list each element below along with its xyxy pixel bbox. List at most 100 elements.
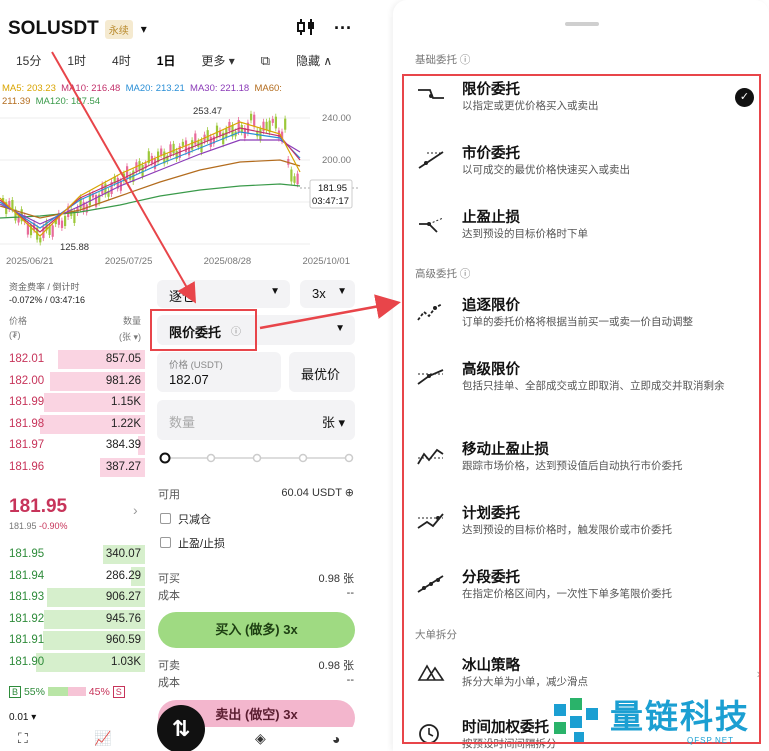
ask-row[interactable]: 181.98 1.22K [0,414,145,436]
last-price-tag: 181.95 [318,183,347,194]
row-qty: 857.05 [105,353,141,365]
price-input-label: 价格 (USDT) [169,360,223,371]
candle [265,121,268,130]
bid-row[interactable]: 181.94 286.29 [0,566,145,588]
row-qty: 340.07 [105,548,141,560]
tf-1h[interactable]: 1时 [67,52,86,69]
candle [60,220,64,228]
orderbook-header: 价格 (₮) 数量 (张 ▾) [9,314,141,343]
price-input-value: 182.07 [169,372,209,387]
quantity-slider[interactable] [157,450,357,466]
ask-row[interactable]: 182.01 857.05 [0,349,145,371]
ma30-label: MA30: 221.18 [190,83,250,94]
chevron-down-icon: ▼ [335,323,345,334]
best-price-button[interactable]: 最优价 [289,352,355,392]
candle [253,114,256,127]
candle [141,164,144,177]
ask-row[interactable]: 181.97 384.39 [0,435,145,457]
ask-row[interactable]: 181.96 387.27 [0,457,145,479]
row-price: 181.95 [9,548,45,560]
quantity-unit-select[interactable]: 张 ▾ [322,412,345,431]
row-price: 182.01 [9,353,45,365]
gutter [360,0,393,751]
cost-label: 成本 [158,590,180,602]
bid-row[interactable]: 181.91 960.59 [0,630,145,652]
tf-4h[interactable]: 4时 [112,52,131,69]
price-chart[interactable]: 253.47 125.88 240.00 200.00 181.95 03:47… [0,100,360,270]
can-buy-value: 0.98 张 [318,573,354,585]
swap-icon[interactable]: ⇅ [157,705,205,751]
ma30-line [0,139,301,225]
row-qty: 945.76 [105,612,141,625]
row-qty: 384.39 [105,439,141,451]
margin-mode-select[interactable]: 逐仓 ▼ [157,280,290,308]
x-tick: 2025/10/01 [302,256,350,267]
chart-icon[interactable]: 📈 [94,730,111,747]
tf-more[interactable]: 更多 ▾ [201,52,234,69]
mid-price[interactable]: 181.95 181.95 -0.90% [9,496,68,531]
leverage-value: 3x [312,286,326,301]
funding-label: 资金费率 / 倒计时 [9,282,80,292]
available-label: 可用 [158,489,180,501]
available-value[interactable]: 60.04 USDT ⊕ [281,486,354,499]
funding-value: -0.072% / 03:47:16 [9,295,86,305]
expand-icon[interactable]: ⛶ [18,730,28,747]
ask-row[interactable]: 182.00 981.26 [0,371,145,393]
row-price: 182.00 [9,374,45,387]
row-qty: 1.03K [110,655,141,668]
price-input[interactable]: 价格 (USDT) 182.07 [157,352,281,392]
funding-rate: 资金费率 / 倒计时 -0.072% / 03:47:16 [9,281,85,307]
pie-chart-icon[interactable]: ◕ [332,731,340,747]
can-sell-value: 0.98 张 [318,660,354,672]
chevron-down-icon[interactable]: ▾ [141,22,147,36]
watermark-url: QFSP.NET [687,736,734,745]
leverage-select[interactable]: 3x ▼ [300,280,355,308]
row-price: 181.94 [9,569,45,582]
tag-icon[interactable]: ◈ [255,730,266,747]
candle [290,169,293,182]
ask-row[interactable]: 181.99 1.15K [0,392,145,414]
price-change: -0.90% [39,521,68,531]
buy-sell-ratio: B 55% 45% S [9,686,141,698]
bid-row[interactable]: 181.95 340.07 [0,544,145,566]
y-tick-200: 200.00 [322,155,351,166]
candle [160,148,163,156]
row-qty: 960.59 [105,634,141,646]
candle [194,133,197,145]
row-price: 181.90 [9,655,45,668]
row-price: 181.96 [9,460,45,473]
buy-ratio: 55% [23,686,45,698]
sheet-handle[interactable] [565,22,599,26]
bid-row[interactable]: 181.93 906.27 [0,587,145,609]
reduce-only-checkbox[interactable]: 只减仓 [160,511,211,527]
buy-long-button[interactable]: 买入 (做多) 3x [158,612,355,648]
precision-select[interactable]: 0.01 ▾ [9,712,36,723]
candle [209,136,212,147]
bid-row[interactable]: 181.90 1.03K [0,652,145,674]
qty-header: 数量 [122,316,141,326]
symbol-title[interactable]: SOLUSDT [8,18,99,40]
ma20-line [0,131,301,229]
tf-1d[interactable]: 1日 [157,52,176,69]
tf-15m[interactable]: 15分 [16,52,41,69]
precision-value: 0.01 [9,712,29,723]
row-qty: 387.27 [105,460,141,473]
timeframe-bar: 15分 1时 4时 1日 更多 ▾ ⧉ 隐藏 ∧ [16,52,352,69]
row-price: 181.92 [9,612,45,625]
candlestick-icon[interactable] [296,18,316,41]
quantity-input[interactable]: 数量 张 ▾ [157,400,355,440]
hide-chart-toggle[interactable]: 隐藏 ∧ [296,52,332,69]
candle [274,116,277,129]
candle [293,176,296,183]
more-icon[interactable]: ··· [334,18,352,41]
tp-sl-checkbox[interactable]: 止盈/止损 [160,535,225,551]
basic-section-title: 基础委托 ⓘ [415,54,471,66]
chevron-right-icon[interactable]: › [133,502,138,518]
bid-row[interactable]: 181.92 945.76 [0,609,145,631]
candle [153,158,157,169]
chevron-down-icon: ▼ [270,286,280,297]
cost-value: -- [346,587,354,599]
indicator-settings-icon[interactable]: ⧉ [261,53,270,69]
qty-unit-toggle[interactable]: (张 ▾) [119,330,141,343]
row-qty: 1.15K [110,396,141,408]
